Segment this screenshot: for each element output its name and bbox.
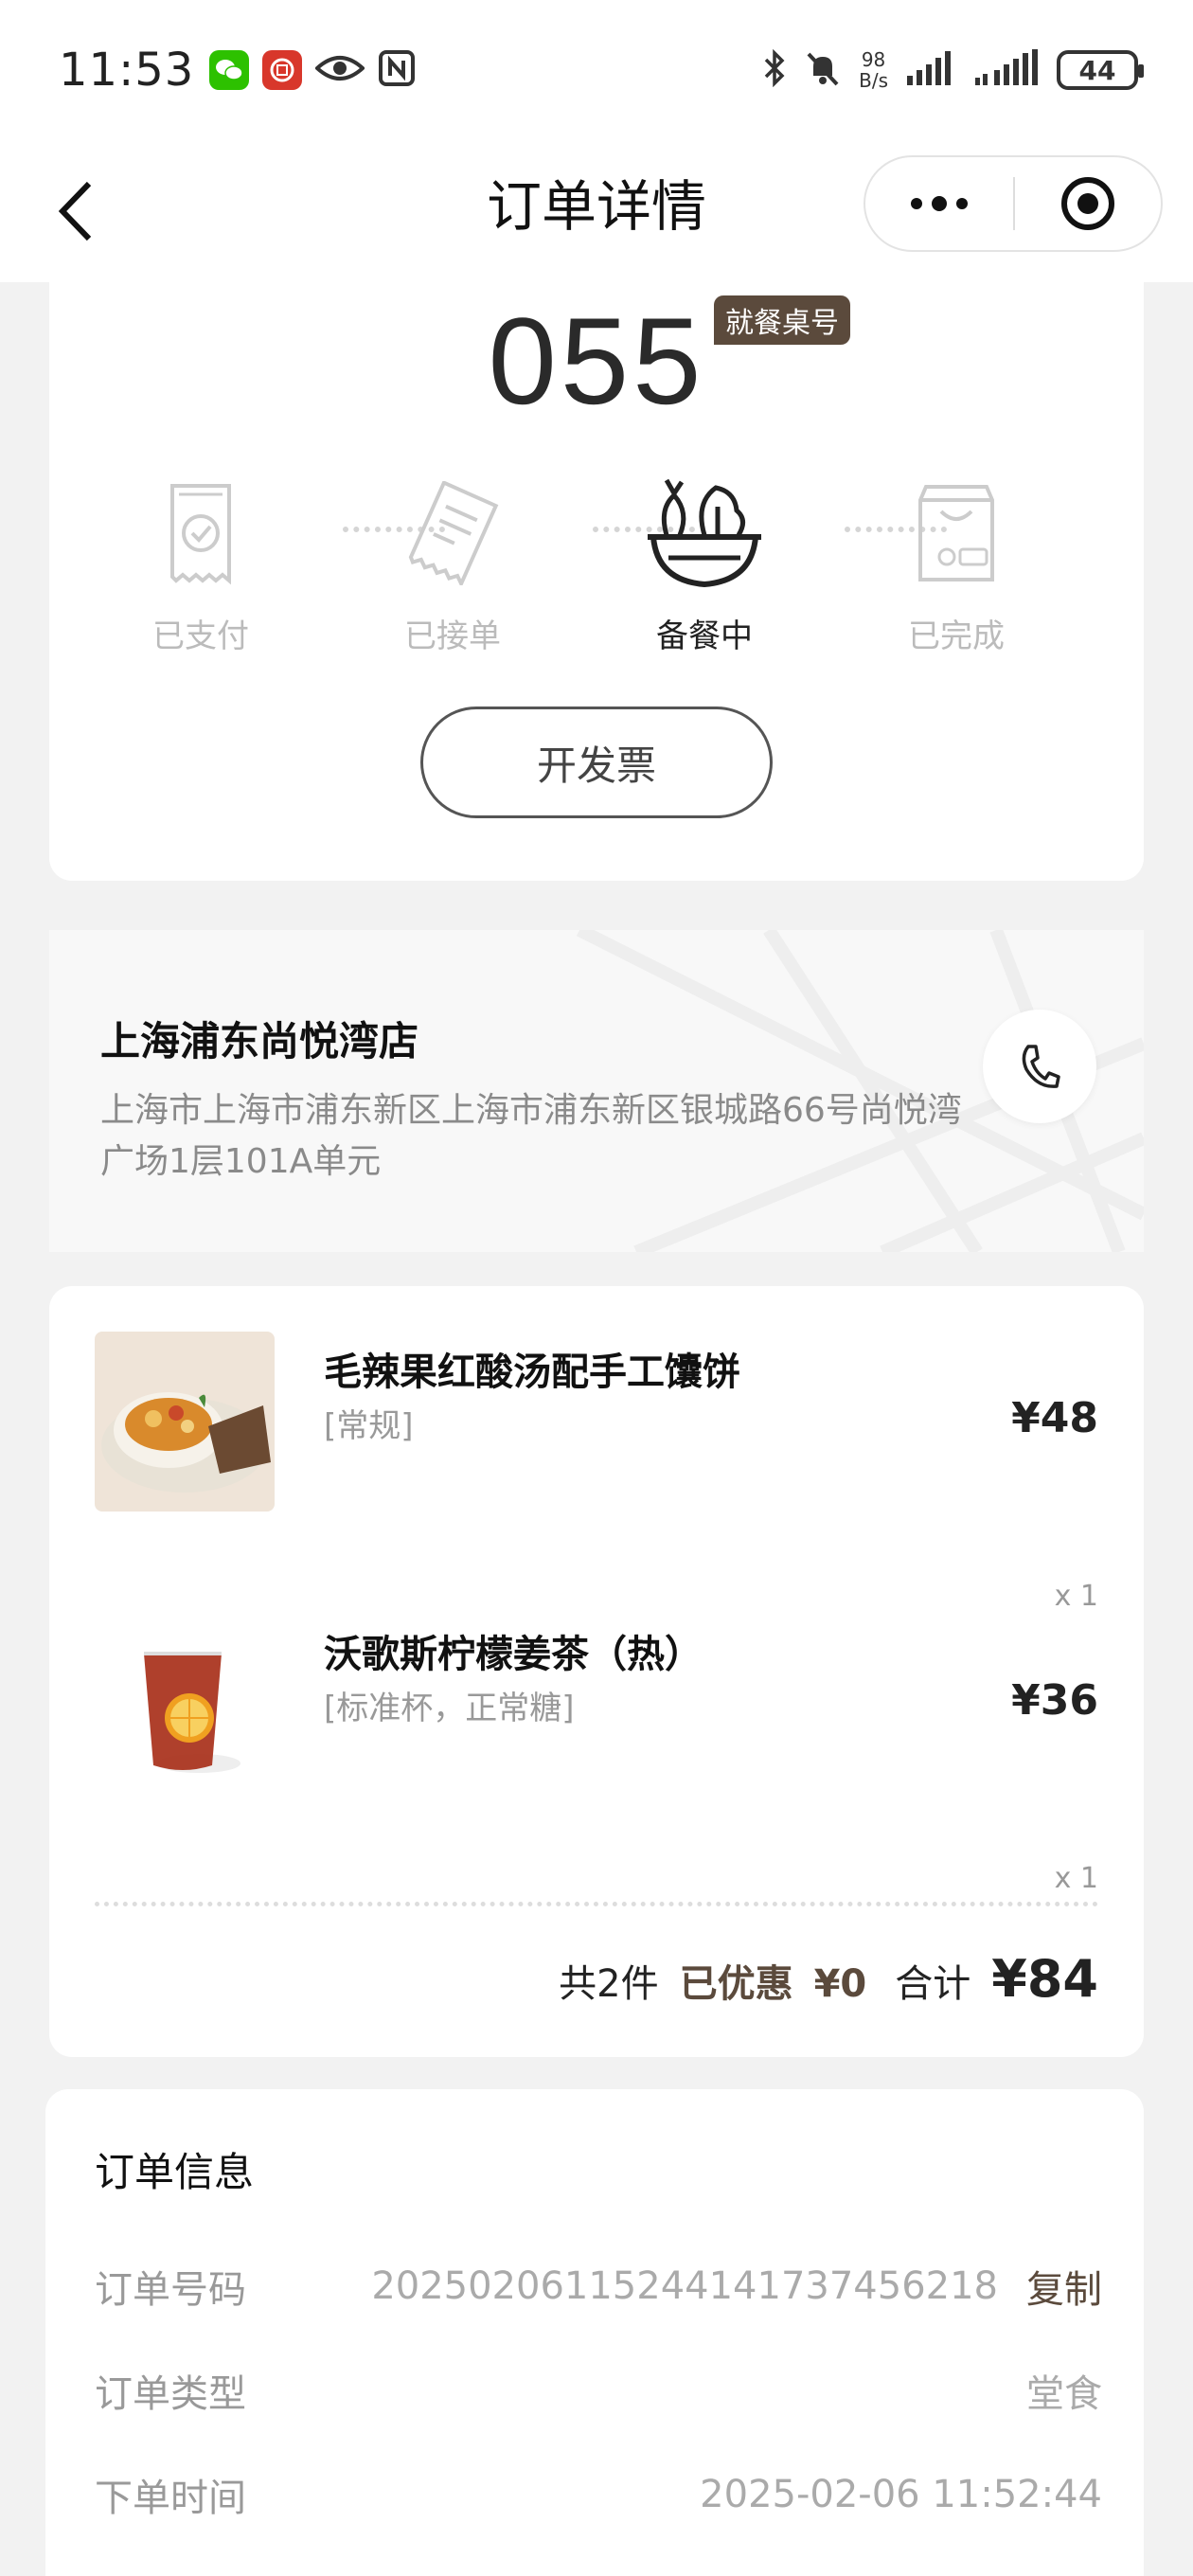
signal-2-icon [973,49,1040,91]
order-number-value: 20250206115244141737456218 [371,2264,998,2308]
step-label: 已支付 [152,617,249,655]
receipt-list-icon [377,472,528,595]
order-number-row: 订单号码 20250206115244141737456218 复制 [95,2258,1102,2315]
invoice-button[interactable]: 开发票 [420,707,773,818]
drink-image [95,1614,275,1794]
order-time-value: 2025-02-06 11:52:44 [700,2473,1102,2516]
signal-icon [905,49,956,91]
battery-indicator: 44 [1057,50,1144,90]
salad-bowl-icon [629,472,780,595]
table-number: 055 [488,292,705,430]
close-mini-program-button[interactable] [1015,157,1161,250]
order-time-row: 下单时间 2025-02-06 11:52:44 [95,2466,1102,2523]
nav-bar: 订单详情 [0,140,1193,282]
order-time-label: 下单时间 [95,2477,246,2520]
order-progress-steps: 已支付 已接单 备餐中 已完成 [125,472,1068,661]
item-count: 共2件 [559,1962,659,2006]
bank-app-icon [262,50,303,90]
step-label: 已接单 [404,617,501,655]
total-value: ¥84 [991,1949,1098,2009]
order-type-value: 堂食 [1026,2372,1102,2416]
item-price: ¥48 [1011,1394,1098,1442]
item-quantity: x 1 [1054,1580,1098,1613]
table-number-badge: 就餐桌号 [714,295,850,345]
order-info-title: 订单信息 [95,2149,255,2195]
order-info-card: 订单信息 订单号码 20250206115244141737456218 复制 … [45,2089,1144,2576]
step-label: 备餐中 [656,617,753,655]
wechat-icon [209,50,250,90]
copy-button[interactable]: 复制 [1026,2259,1102,2314]
step-paid: 已支付 [125,472,276,656]
nfc-icon [378,49,416,91]
order-type-row: 订单类型 堂食 [95,2362,1102,2419]
list-item: 沃歌斯柠檬姜茶（热） [标准杯，正常糖] ¥36 x 1 [95,1614,1098,1898]
step-label: 已完成 [908,617,1005,655]
item-price: ¥36 [1011,1676,1098,1725]
phone-icon [1022,1045,1060,1088]
total-label: 合计 [895,1962,971,2006]
eye-icon [314,53,366,87]
food-image [95,1332,275,1512]
list-item: 毛辣果红酸汤配手工馕饼 [常规] ¥48 x 1 [95,1332,1098,1616]
net-speed: 98 B/s [859,48,888,92]
item-name: 沃歌斯柠檬姜茶（热） [324,1633,703,1676]
item-spec: [常规] [324,1407,414,1445]
more-button[interactable] [865,157,1013,250]
store-card: 上海浦东尚悦湾店 上海市上海市浦东新区上海市浦东新区银城路66号尚悦湾广场1层1… [49,930,1144,1252]
store-name: 上海浦东尚悦湾店 [100,1018,419,1064]
status-app-icons [209,49,416,91]
status-time: 11:53 [59,44,195,97]
order-items-card: 毛辣果红酸汤配手工馕饼 [常规] ¥48 x 1 沃歌斯柠檬姜茶（热） [标准杯… [49,1286,1144,2057]
takeout-bag-icon [881,472,1032,595]
more-dots-icon [911,196,968,211]
step-preparing: 备餐中 [629,472,780,656]
order-status-card: 055 就餐桌号 已支付 已接单 备餐中 已完成 开发票 [49,282,1144,881]
status-right: 98 B/s 44 [762,48,1144,92]
step-completed: 已完成 [881,472,1032,656]
status-bar: 11:53 98 B/s 44 [0,0,1193,140]
order-type-label: 订单类型 [95,2372,246,2416]
receipt-check-icon [125,472,276,595]
discount-value: ¥0 [813,1962,867,2006]
dotted-divider [95,1902,1098,1906]
store-address: 上海市上海市浦东新区上海市浦东新区银城路66号尚悦湾广场1层101A单元 [100,1091,962,1181]
target-icon [1061,177,1114,230]
mute-icon [804,49,842,91]
bluetooth-icon [762,48,787,91]
order-number-label: 订单号码 [95,2268,246,2312]
order-totals: 共2件 已优惠 ¥0 合计 ¥84 [559,1949,1098,2009]
item-name: 毛辣果红酸汤配手工馕饼 [324,1351,740,1394]
discount-label: 已优惠 [679,1962,793,2006]
step-accepted: 已接单 [377,472,528,656]
call-store-button[interactable] [983,1010,1096,1123]
mini-program-capsule [864,155,1163,252]
item-quantity: x 1 [1054,1862,1098,1895]
item-spec: [标准杯，正常糖] [324,1690,575,1727]
